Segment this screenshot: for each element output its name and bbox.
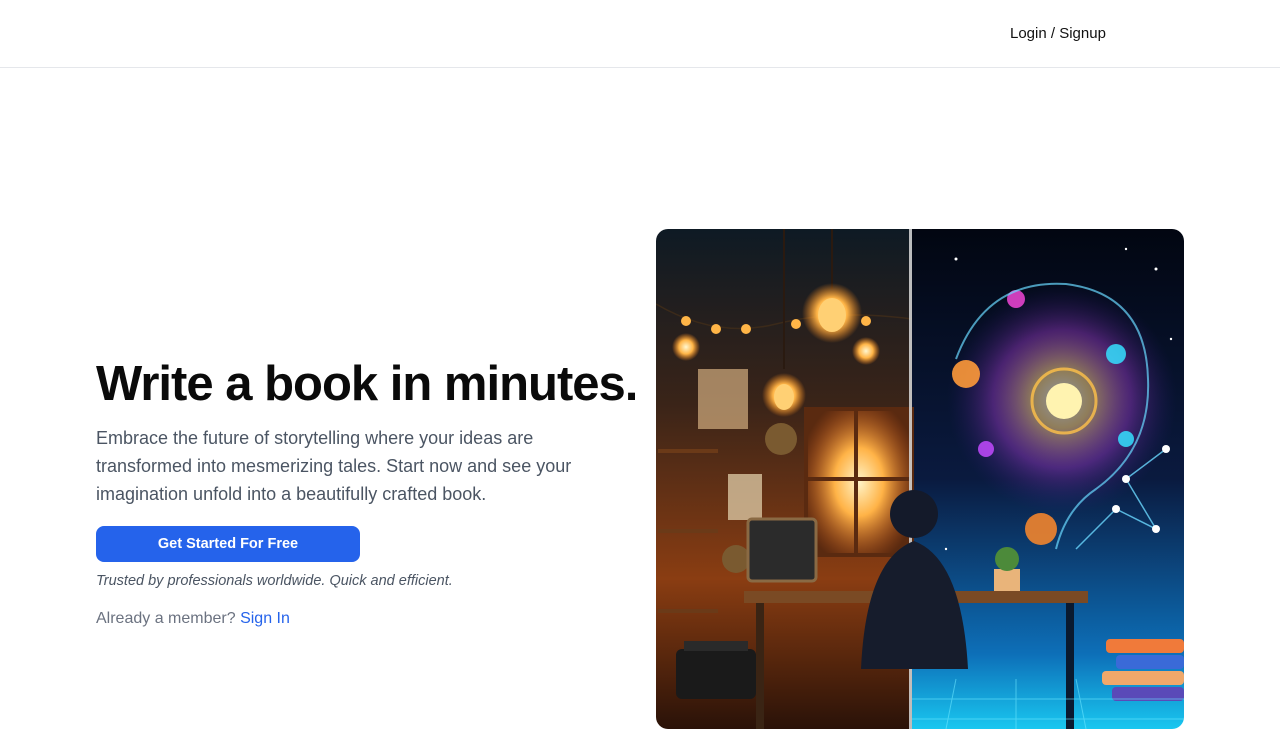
login-signup-link[interactable]: Login / Signup	[1010, 24, 1106, 44]
trusted-tagline: Trusted by professionals worldwide. Quic…	[96, 573, 453, 589]
hero-text-section: Write a book in minutes. Embrace the fut…	[96, 352, 638, 629]
hero-subtitle: Embrace the future of storytelling where…	[96, 428, 572, 504]
get-started-button[interactable]: Get Started For Free	[96, 526, 360, 562]
hero-headline: Write a book in minutes.	[96, 357, 638, 411]
member-signin-row: Already a member? Sign In	[96, 609, 636, 629]
sign-in-link[interactable]: Sign In	[240, 610, 290, 627]
member-prompt: Already a member?	[96, 610, 236, 627]
top-navigation-bar: Login / Signup	[0, 0, 1280, 68]
hero-illustration	[656, 229, 1184, 729]
